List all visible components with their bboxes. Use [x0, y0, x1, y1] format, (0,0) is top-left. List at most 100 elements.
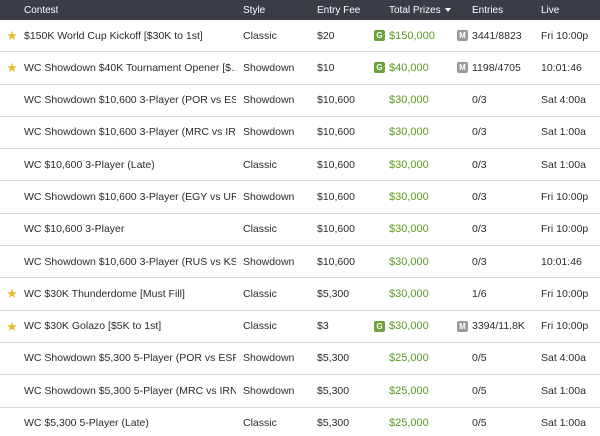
prize-amount: $30,000 [389, 223, 429, 236]
entries-count: 3441/8823 [472, 29, 522, 42]
table-row[interactable]: ★ $150K World Cup Kickoff [$30K to 1st] Cl… [0, 20, 600, 53]
sort-descending-icon[interactable] [444, 8, 451, 12]
favorite-star-icon[interactable]: ★ [4, 311, 20, 342]
favorite-star-icon[interactable] [4, 214, 20, 245]
contest-name[interactable]: WC Showdown $10,600 3-Player (MRC vs IRN… [24, 117, 236, 148]
table-row[interactable]: WC Showdown $5,300 5-Player (POR vs ESP)… [0, 343, 600, 376]
column-header-contest[interactable]: Contest [24, 0, 58, 20]
favorite-star-icon[interactable] [4, 149, 20, 180]
entries: 0/3 [457, 149, 537, 180]
total-prizes: $25,000 [374, 375, 454, 406]
favorite-star-icon[interactable] [4, 117, 20, 148]
total-prizes: $30,000 [374, 246, 454, 277]
total-prizes: $30,000 [374, 117, 454, 148]
column-header-live[interactable]: Live [541, 0, 559, 20]
entries-count: 0/3 [472, 126, 487, 139]
entries-count: 0/5 [472, 417, 487, 430]
live-time: Sat 1:00a [541, 417, 586, 430]
favorite-star-icon[interactable] [4, 181, 20, 212]
table-row[interactable]: WC $10,600 3-Player Classic $10,600 $30,000… [0, 214, 600, 247]
favorite-star-icon[interactable] [4, 408, 20, 436]
prize-amount: $30,000 [389, 94, 429, 107]
live-time: Fri 10:00p [541, 287, 589, 300]
table-row[interactable]: WC $5,300 5-Player (Late) Classic $5,300 $2… [0, 408, 600, 436]
table-row[interactable]: ★ WC Showdown $40K Tournament Opener [$… S… [0, 52, 600, 85]
entries-count: 3394/11.8K [472, 320, 525, 333]
prize-amount: $25,000 [389, 417, 429, 430]
contest-name[interactable]: $150K World Cup Kickoff [$30K to 1st] [24, 20, 236, 51]
favorite-star-icon[interactable]: ★ [4, 278, 20, 309]
entries-count: 0/5 [472, 352, 487, 365]
total-prizes: G $40,000 [374, 52, 454, 83]
live-time: Sat 4:00a [541, 94, 586, 107]
guaranteed-badge-icon: G [374, 320, 385, 332]
contest-style: Classic [243, 320, 277, 333]
total-prizes: $25,000 [374, 408, 454, 436]
entries-count: 0/5 [472, 384, 487, 397]
table-row[interactable]: WC Showdown $10,600 3-Player (POR vs ESP… [0, 85, 600, 117]
favorite-star-icon[interactable] [4, 375, 20, 406]
total-prizes: G $30,000 [374, 311, 454, 342]
contest-name[interactable]: WC Showdown $10,600 3-Player (EGY vs URU… [24, 181, 236, 212]
prize-amount: $40,000 [389, 61, 429, 74]
contest-name[interactable]: WC Showdown $40K Tournament Opener [$… [24, 52, 236, 83]
table-row[interactable]: WC Showdown $10,600 3-Player (MRC vs IRN… [0, 117, 600, 150]
live-time: Fri 10:00p [541, 29, 589, 42]
contest-style: Showdown [243, 384, 295, 397]
live-time: Fri 10:00p [541, 190, 589, 203]
favorite-star-icon[interactable]: ★ [4, 52, 20, 83]
table-row[interactable]: WC Showdown $5,300 5-Player (MRC vs IRN)… [0, 375, 600, 408]
total-prizes: $30,000 [374, 85, 454, 116]
contest-name[interactable]: WC $10,600 3-Player [24, 214, 236, 245]
favorite-star-icon[interactable] [4, 246, 20, 277]
contest-table: Contest Style Entry Fee Total Prizes Ent… [0, 0, 600, 436]
contest-style: Showdown [243, 61, 295, 74]
favorite-star-icon[interactable] [4, 85, 20, 116]
contest-name[interactable]: WC $30K Thunderdome [Must Fill] [24, 278, 236, 309]
contest-style: Showdown [243, 190, 295, 203]
total-prizes: $30,000 [374, 149, 454, 180]
table-row[interactable]: ★ WC $30K Thunderdome [Must Fill] Classic $… [0, 278, 600, 311]
live-time: Sat 1:00a [541, 384, 586, 397]
contest-name[interactable]: WC $5,300 5-Player (Late) [24, 408, 236, 436]
favorite-star-icon[interactable]: ★ [4, 20, 20, 51]
prize-amount: $30,000 [389, 320, 429, 333]
entries-count: 0/3 [472, 223, 487, 236]
guaranteed-badge-icon: G [374, 62, 385, 74]
contest-style: Showdown [243, 255, 295, 268]
entries: 0/3 [457, 246, 537, 277]
column-header-total-prizes[interactable]: Total Prizes [389, 0, 451, 20]
favorite-star-icon[interactable] [4, 343, 20, 374]
entries-count: 0/3 [472, 190, 487, 203]
entries: 0/5 [457, 408, 537, 436]
table-row[interactable]: WC Showdown $10,600 3-Player (RUS vs KSA… [0, 246, 600, 279]
column-header-entries[interactable]: Entries [472, 0, 503, 20]
table-row[interactable]: ★ WC $30K Golazo [$5K to 1st] Classic $3 G $3… [0, 311, 600, 343]
contest-name[interactable]: WC Showdown $10,600 3-Player (RUS vs KSA… [24, 246, 236, 277]
table-row[interactable]: WC $10,600 3-Player (Late) Classic $10,600… [0, 149, 600, 182]
contest-style: Classic [243, 223, 277, 236]
live-time: Sat 4:00a [541, 352, 586, 365]
entries: M 3394/11.8K [457, 311, 537, 342]
live-time: Sat 1:00a [541, 158, 586, 171]
prize-amount: $25,000 [389, 384, 429, 397]
contest-name[interactable]: WC Showdown $5,300 5-Player (POR vs ESP) [24, 343, 236, 374]
contest-name[interactable]: WC $10,600 3-Player (Late) [24, 149, 236, 180]
prize-amount: $30,000 [389, 126, 429, 139]
contest-name[interactable]: WC Showdown $5,300 5-Player (MRC vs IRN) [24, 375, 236, 406]
contest-name[interactable]: WC $30K Golazo [$5K to 1st] [24, 311, 236, 342]
prize-amount: $25,000 [389, 352, 429, 365]
contest-style: Showdown [243, 126, 295, 139]
entries: M 1198/4705 [457, 52, 537, 83]
contest-name[interactable]: WC Showdown $10,600 3-Player (POR vs ESP… [24, 85, 236, 116]
entries: 0/5 [457, 375, 537, 406]
total-prizes: $30,000 [374, 181, 454, 212]
entries: M 3441/8823 [457, 20, 537, 51]
column-header-entry-fee[interactable]: Entry Fee [317, 0, 360, 20]
live-time: Fri 10:00p [541, 320, 589, 333]
table-row[interactable]: WC Showdown $10,600 3-Player (EGY vs URU… [0, 181, 600, 214]
prize-amount: $30,000 [389, 255, 429, 268]
entries: 0/3 [457, 214, 537, 245]
column-header-style[interactable]: Style [243, 0, 265, 20]
prize-amount: $150,000 [389, 29, 435, 42]
